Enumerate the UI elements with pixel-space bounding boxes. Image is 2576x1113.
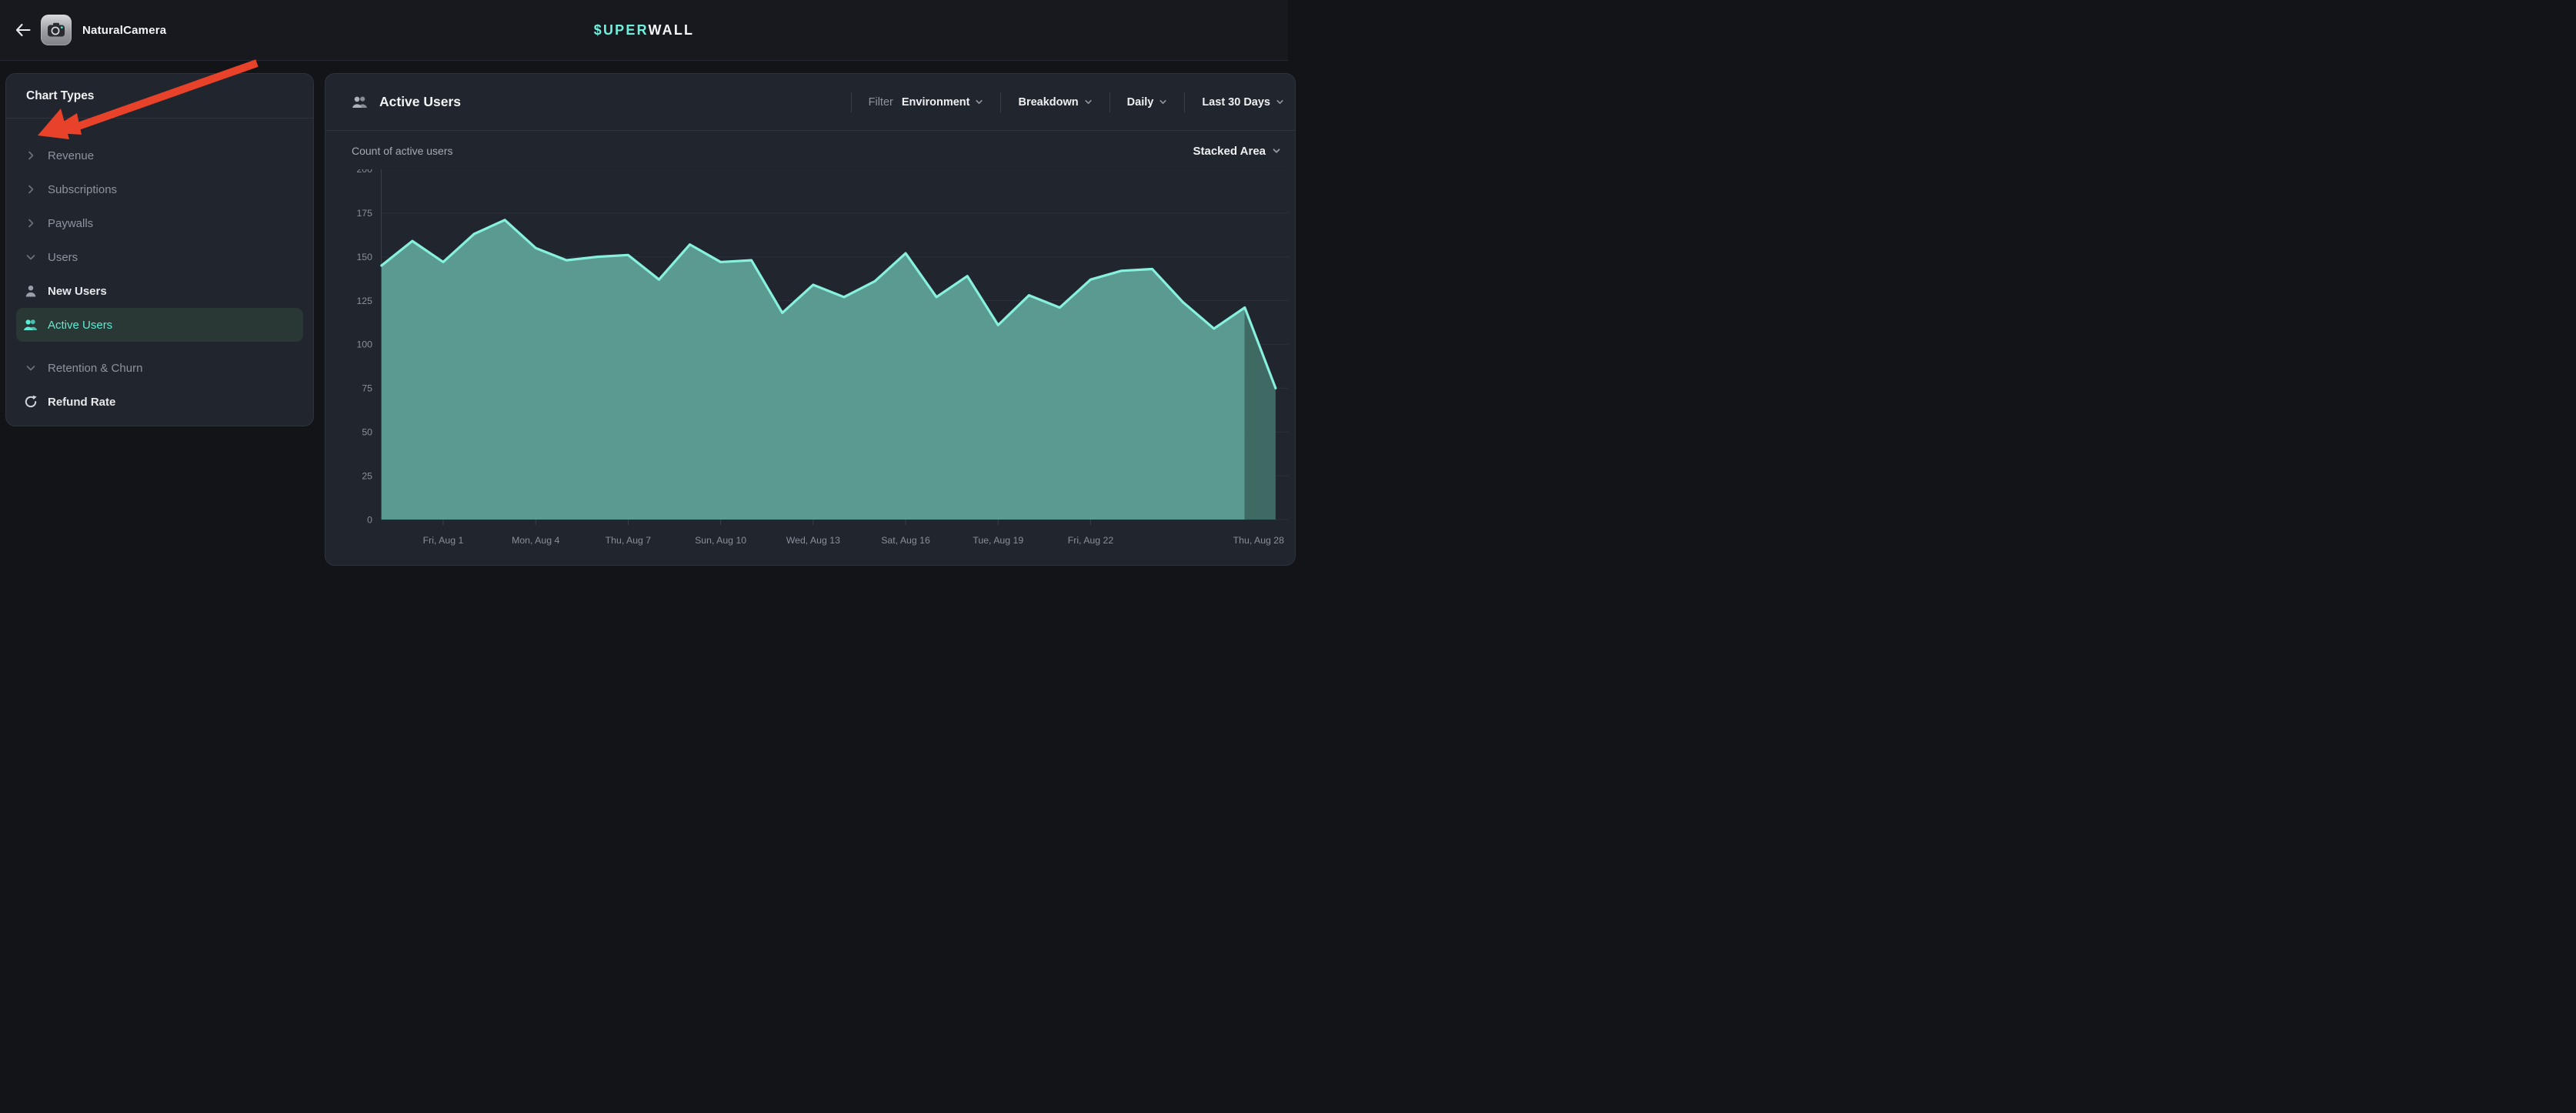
top-bar: NaturalCamera $UPERWALL [0,0,1288,61]
app-name: NaturalCamera [82,24,166,37]
people-icon [352,95,369,109]
sidebar-item-label: Subscriptions [48,183,117,196]
filter-separator [1184,92,1185,112]
dropdown-granularity-value: Daily [1127,96,1154,109]
x-axis-label: Wed, Aug 13 [786,535,840,546]
sidebar-item-label: Active Users [48,319,112,332]
chevron-down-icon [1272,146,1281,155]
y-axis-label: 0 [367,514,372,525]
people-icon [23,317,38,333]
x-axis-label: Sat, Aug 16 [881,535,930,546]
y-axis-label: 75 [362,383,372,394]
sidebar-item-new-users[interactable]: New Users [6,274,313,308]
chevron-right-icon [23,216,38,231]
sidebar-item-subscriptions[interactable]: Subscriptions [6,172,313,206]
person-icon [23,283,38,299]
sidebar-title: Chart Types [6,74,313,103]
chevron-right-icon [23,148,38,163]
refresh-icon [23,394,38,409]
area-fill-partial [1245,308,1276,520]
sidebar-item-label: Paywalls [48,217,93,230]
count-label: Count of active users [352,145,453,157]
chevron-down-icon [23,360,38,376]
people-icon [23,317,38,333]
sidebar-item-users[interactable]: Users [6,240,313,274]
dropdown-breakdown-value: Breakdown [1018,96,1078,109]
chevron-down-icon [23,360,38,376]
back-arrow-icon [17,25,30,35]
logo-rest: WALL [648,22,694,38]
app-icon-camera [41,15,72,45]
chevron-right-icon [23,148,38,163]
chevron-right-icon [23,182,38,197]
chart-types-sidebar: Chart Types Revenue Subscriptions Paywalls… [5,73,314,426]
chevron-down-icon [1276,98,1284,106]
filter-separator [1109,92,1110,112]
chart-panel: Active Users Filter Environment Breakdown D… [325,73,1296,566]
refresh-icon [23,394,38,409]
sidebar-item-label: Users [48,251,78,264]
filter-bar: Filter Environment Breakdown Daily Last 30 D… [843,74,1284,130]
x-axis-label: Fri, Aug 1 [423,535,464,546]
superwall-logo: $UPERWALL [0,22,1288,38]
chevron-down-icon [23,249,38,265]
chart-header: Active Users Filter Environment Breakdown D… [325,74,1295,131]
y-axis-label: 125 [356,296,372,306]
sidebar-item-retention-churn[interactable]: Retention & Churn [6,351,313,385]
sidebar-item-label: Revenue [48,149,94,162]
chart-type-dropdown[interactable]: Stacked Area [1193,145,1282,158]
dropdown-environment[interactable]: Environment [902,96,984,109]
dropdown-granularity[interactable]: Daily [1127,96,1168,109]
chart-title: Active Users [379,94,461,110]
chevron-down-icon [1159,98,1167,106]
sidebar-list: Revenue Subscriptions Paywalls Users New Use… [6,119,313,419]
person-icon [23,283,38,299]
sidebar-item-label: New Users [48,285,107,298]
chevron-right-icon [23,182,38,197]
y-axis-label: 150 [356,252,372,262]
dropdown-date-range-value: Last 30 Days [1202,96,1270,109]
back-button[interactable] [13,20,33,40]
chevron-down-icon [1084,98,1093,106]
filter-separator [851,92,852,112]
area-chart[interactable]: 0 25 50 75 100 125 150 175 200 Fri, Aug 1 Mon, Aug… [325,169,1289,558]
sidebar-item-label: Refund Rate [48,396,115,409]
chevron-down-icon [23,249,38,265]
dropdown-environment-value: Environment [902,96,970,109]
x-axis-label: Thu, Aug 7 [606,535,652,546]
chevron-right-icon [23,216,38,231]
x-axis-label: Mon, Aug 4 [512,535,559,546]
chart-type-value: Stacked Area [1193,145,1266,158]
x-axis-label: Fri, Aug 22 [1068,535,1114,546]
dropdown-date-range[interactable]: Last 30 Days [1202,96,1284,109]
dropdown-breakdown[interactable]: Breakdown [1018,96,1092,109]
y-axis-label: 175 [356,208,372,219]
sidebar-item-paywalls[interactable]: Paywalls [6,206,313,240]
sidebar-item-active-users[interactable]: Active Users [16,308,303,342]
chevron-down-icon [975,98,983,106]
y-axis-label: 50 [362,427,372,438]
y-axis-label: 100 [356,339,372,350]
sidebar-item-revenue[interactable]: Revenue [6,139,313,172]
filter-label: Filter [869,96,893,109]
sidebar-item-refund-rate[interactable]: Refund Rate [6,385,313,419]
filter-separator [1000,92,1001,112]
x-axis-label: Thu, Aug 28 [1233,535,1284,546]
x-axis-label: Tue, Aug 19 [973,535,1023,546]
sidebar-item-label: Retention & Churn [48,362,142,375]
logo-accent: $UPER [594,22,649,38]
y-axis-label: 200 [356,169,372,175]
y-axis-label: 25 [362,470,372,481]
chart-subheader: Count of active users Stacked Area [325,140,1295,162]
area-fill [382,220,1245,520]
x-axis-label: Sun, Aug 10 [695,535,746,546]
